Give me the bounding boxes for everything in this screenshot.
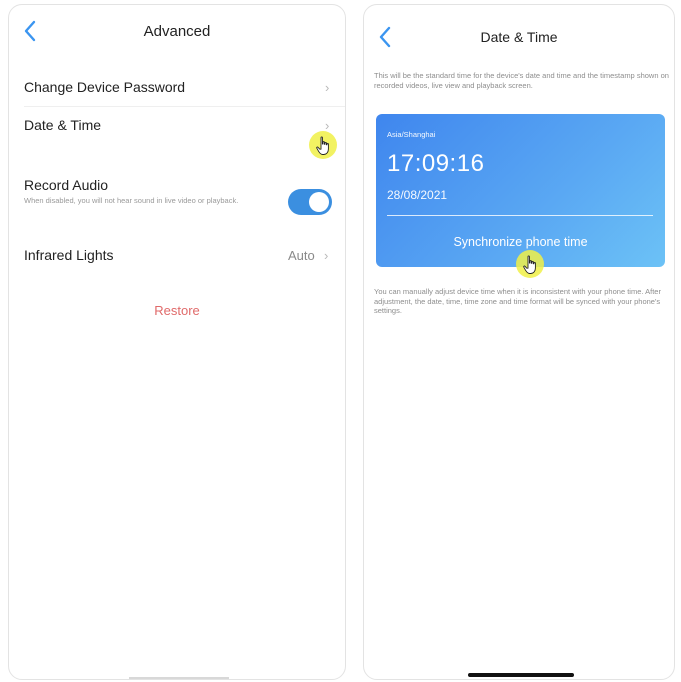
record-audio-label: Record Audio <box>24 177 109 193</box>
synchronize-phone-time-button[interactable]: Synchronize phone time <box>376 235 665 249</box>
date-time-screen: Date & Time This will be the standard ti… <box>363 4 675 680</box>
date-time-item[interactable]: Date & Time <box>24 117 101 133</box>
date-time-description: This will be the standard time for the d… <box>374 71 669 90</box>
page-title: Advanced <box>143 23 211 40</box>
hand-pointer-icon <box>523 255 536 274</box>
change-device-password-item[interactable]: Change Device Password <box>24 79 185 95</box>
toggle-knob <box>309 192 329 212</box>
manual-adjust-note: You can manually adjust device time when… <box>374 287 661 315</box>
advanced-screen: Advanced Change Device Password › Date &… <box>8 4 346 680</box>
home-indicator <box>129 677 229 679</box>
home-indicator <box>468 673 574 677</box>
record-audio-description: When disabled, you will not hear sound i… <box>24 196 239 205</box>
hand-pointer-icon <box>316 136 329 155</box>
chevron-right-icon: › <box>324 248 329 263</box>
infrared-lights-item[interactable]: Infrared Lights <box>24 247 114 263</box>
page-title: Date & Time <box>480 29 558 45</box>
record-audio-toggle[interactable] <box>288 189 332 215</box>
current-time: 17:09:16 <box>387 150 485 177</box>
divider <box>24 106 345 107</box>
timezone-label: Asia/Shanghai <box>387 130 436 139</box>
time-card: Asia/Shanghai 17:09:16 28/08/2021 Synchr… <box>376 114 665 267</box>
chevron-right-icon: › <box>325 80 330 95</box>
divider <box>387 215 653 216</box>
restore-button[interactable]: Restore <box>9 303 345 318</box>
infrared-lights-value: Auto <box>288 248 315 263</box>
current-date: 28/08/2021 <box>387 188 448 202</box>
